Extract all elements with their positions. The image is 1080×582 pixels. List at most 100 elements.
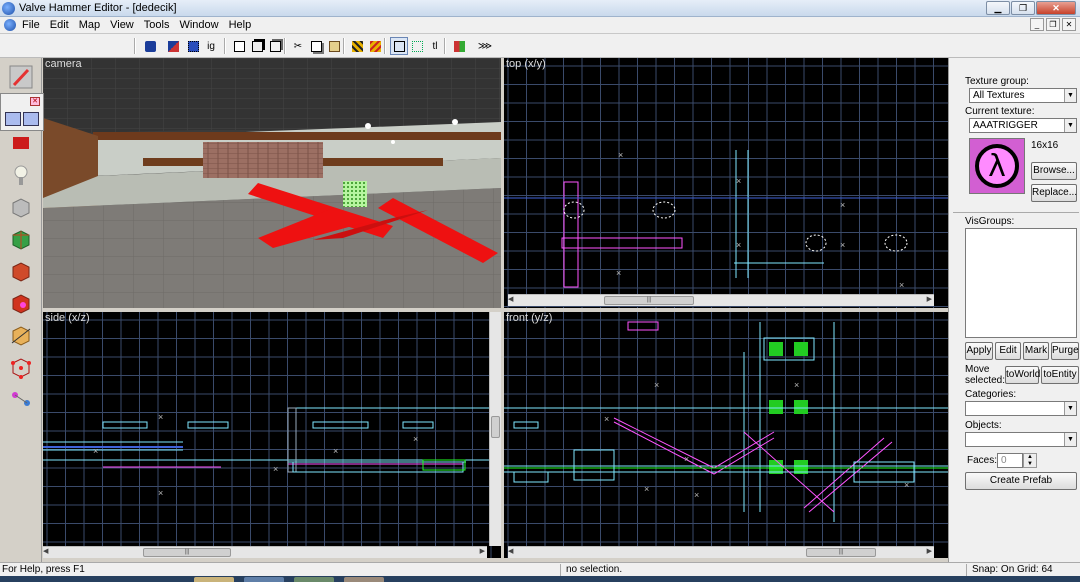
current-texture-select[interactable]: AAATRIGGER ▼ [969,118,1077,133]
mdi-close-button[interactable]: ✕ [1062,18,1076,31]
restore-button[interactable]: ❐ [1011,1,1035,15]
faces-spinner[interactable]: ▲ ▼ [1023,453,1037,468]
texture-application-tool-icon[interactable] [5,224,37,254]
edit-button[interactable]: Edit [995,342,1021,360]
path-tool-icon[interactable] [5,384,37,414]
menu-bar: File Edit Map View Tools Window Help _ ❐… [0,17,1080,34]
texture-preview: λ [969,138,1025,194]
camera-tool-icon[interactable] [5,128,37,158]
svg-text:×: × [694,490,699,500]
current-texture-value: AAATRIGGER [973,120,1038,131]
create-prefab-button[interactable]: Create Prefab [965,472,1077,490]
main-toolbar: ig ✂ tl ⋙ [0,34,1080,58]
menu-edit[interactable]: Edit [50,19,69,31]
texture-lock-icon[interactable] [348,37,366,55]
cut-icon[interactable]: ✂ [289,37,307,55]
hammer-app-icon [2,1,15,15]
svg-text:×: × [840,200,845,210]
svg-text:×: × [654,380,659,390]
texture-scale-lock-icon[interactable] [366,37,384,55]
menu-tools[interactable]: Tools [144,19,170,31]
camera-viewport-label: camera [45,58,82,70]
minimize-button[interactable]: ▁ [986,1,1010,15]
visgroups-list[interactable] [965,228,1077,338]
hide-selected-icon[interactable] [230,37,248,55]
top-viewport[interactable]: top (x/y) × × × × × × × ◀ ||| ▶ [504,58,948,308]
hide-unselected-icon[interactable] [248,37,266,55]
select-by-handles-icon[interactable] [408,37,426,55]
show-all-icon[interactable] [266,37,284,55]
grid-lines [43,312,501,558]
front-viewport[interactable]: front (y/z) × × × × × × × ◀ ||| ▶ [504,312,948,558]
taskbar-item[interactable] [294,577,334,582]
floating-toolbar: ✕ [0,93,44,131]
decal-tool-icon[interactable] [5,288,37,318]
chevron-down-icon: ▼ [1064,433,1076,446]
floating-toolbar-close-button[interactable]: ✕ [30,97,40,106]
paste-icon[interactable] [325,37,343,55]
copy-icon[interactable] [307,37,325,55]
side-viewport-hscroll-thumb[interactable]: ||| [143,548,231,557]
toggle-cordon-icon[interactable]: tl [426,37,444,55]
clipping-tool-icon[interactable] [5,320,37,350]
svg-text:λ: λ [988,149,1006,184]
tie-to-entity-icon[interactable] [184,37,202,55]
front-viewport-label: front (y/z) [506,312,553,324]
vertex-manipulation-tool-icon[interactable] [5,352,37,382]
mdi-minimize-button[interactable]: _ [1030,18,1044,31]
side-viewport[interactable]: side (x/z) × × × × × × ◀ ||| ▶ [43,312,501,558]
apply-current-texture-tool-icon[interactable] [5,256,37,286]
mark-button[interactable]: Mark [1023,342,1049,360]
to-world-button[interactable]: toWorld [1005,366,1040,384]
document-icon[interactable] [4,19,16,31]
select-group-icon[interactable] [5,112,21,126]
block-tool-icon[interactable] [5,192,37,222]
status-selection: no selection. [566,564,623,575]
menu-window[interactable]: Window [179,19,218,31]
purge-button[interactable]: Purge [1051,342,1079,360]
menu-file[interactable]: File [22,19,40,31]
svg-text:×: × [736,240,741,250]
ignore-grouping-icon[interactable]: ig [202,37,220,55]
texture-group-select[interactable]: All Textures ▼ [969,88,1077,103]
texture-group-label: Texture group: [965,76,1029,87]
os-taskbar [0,576,1080,582]
objects-select[interactable]: ▼ [965,432,1077,447]
top-viewport-hscroll[interactable]: ◀ ||| ▶ [508,294,934,306]
half-life-lambda-icon: λ [975,144,1019,188]
side-viewport-hscroll[interactable]: ◀ ||| ▶ [43,546,487,558]
select-object-icon[interactable] [23,112,39,126]
menu-help[interactable]: Help [229,19,252,31]
entity-tool-icon[interactable] [5,160,37,190]
selection-handles-icon[interactable] [390,37,408,55]
ungroup-icon[interactable] [164,37,182,55]
run-map-icon[interactable]: ⋙ [476,37,494,55]
replace-button[interactable]: Replace... [1031,184,1077,202]
taskbar-item[interactable] [344,577,384,582]
side-viewport-vscroll[interactable] [489,312,501,546]
group-icon[interactable] [141,37,159,55]
selection-tool-icon[interactable] [5,62,37,92]
front-viewport-hscroll-thumb[interactable]: ||| [806,548,876,557]
apply-button[interactable]: Apply [965,342,993,360]
taskbar-item[interactable] [194,577,234,582]
front-viewport-hscroll[interactable]: ◀ ||| ▶ [508,546,934,558]
close-button[interactable]: ✕ [1036,1,1076,15]
svg-text:×: × [604,414,609,424]
carve-icon[interactable] [450,37,468,55]
status-help-text: For Help, press F1 [2,564,85,575]
to-entity-button[interactable]: toEntity [1041,366,1079,384]
menu-map[interactable]: Map [79,19,100,31]
chevron-down-icon: ▼ [1064,89,1076,102]
svg-text:×: × [794,380,799,390]
menu-view[interactable]: View [110,19,134,31]
mdi-restore-button[interactable]: ❐ [1046,18,1060,31]
top-viewport-hscroll-thumb[interactable]: ||| [604,296,694,305]
faces-input[interactable]: 0 [997,453,1023,468]
browse-button[interactable]: Browse... [1031,162,1077,180]
taskbar-item[interactable] [244,577,284,582]
categories-select[interactable]: ▼ [965,401,1077,416]
camera-viewport[interactable]: camera [43,58,501,308]
status-bar: For Help, press F1 no selection. Snap: O… [0,562,1080,576]
top-viewport-label: top (x/y) [506,58,546,70]
